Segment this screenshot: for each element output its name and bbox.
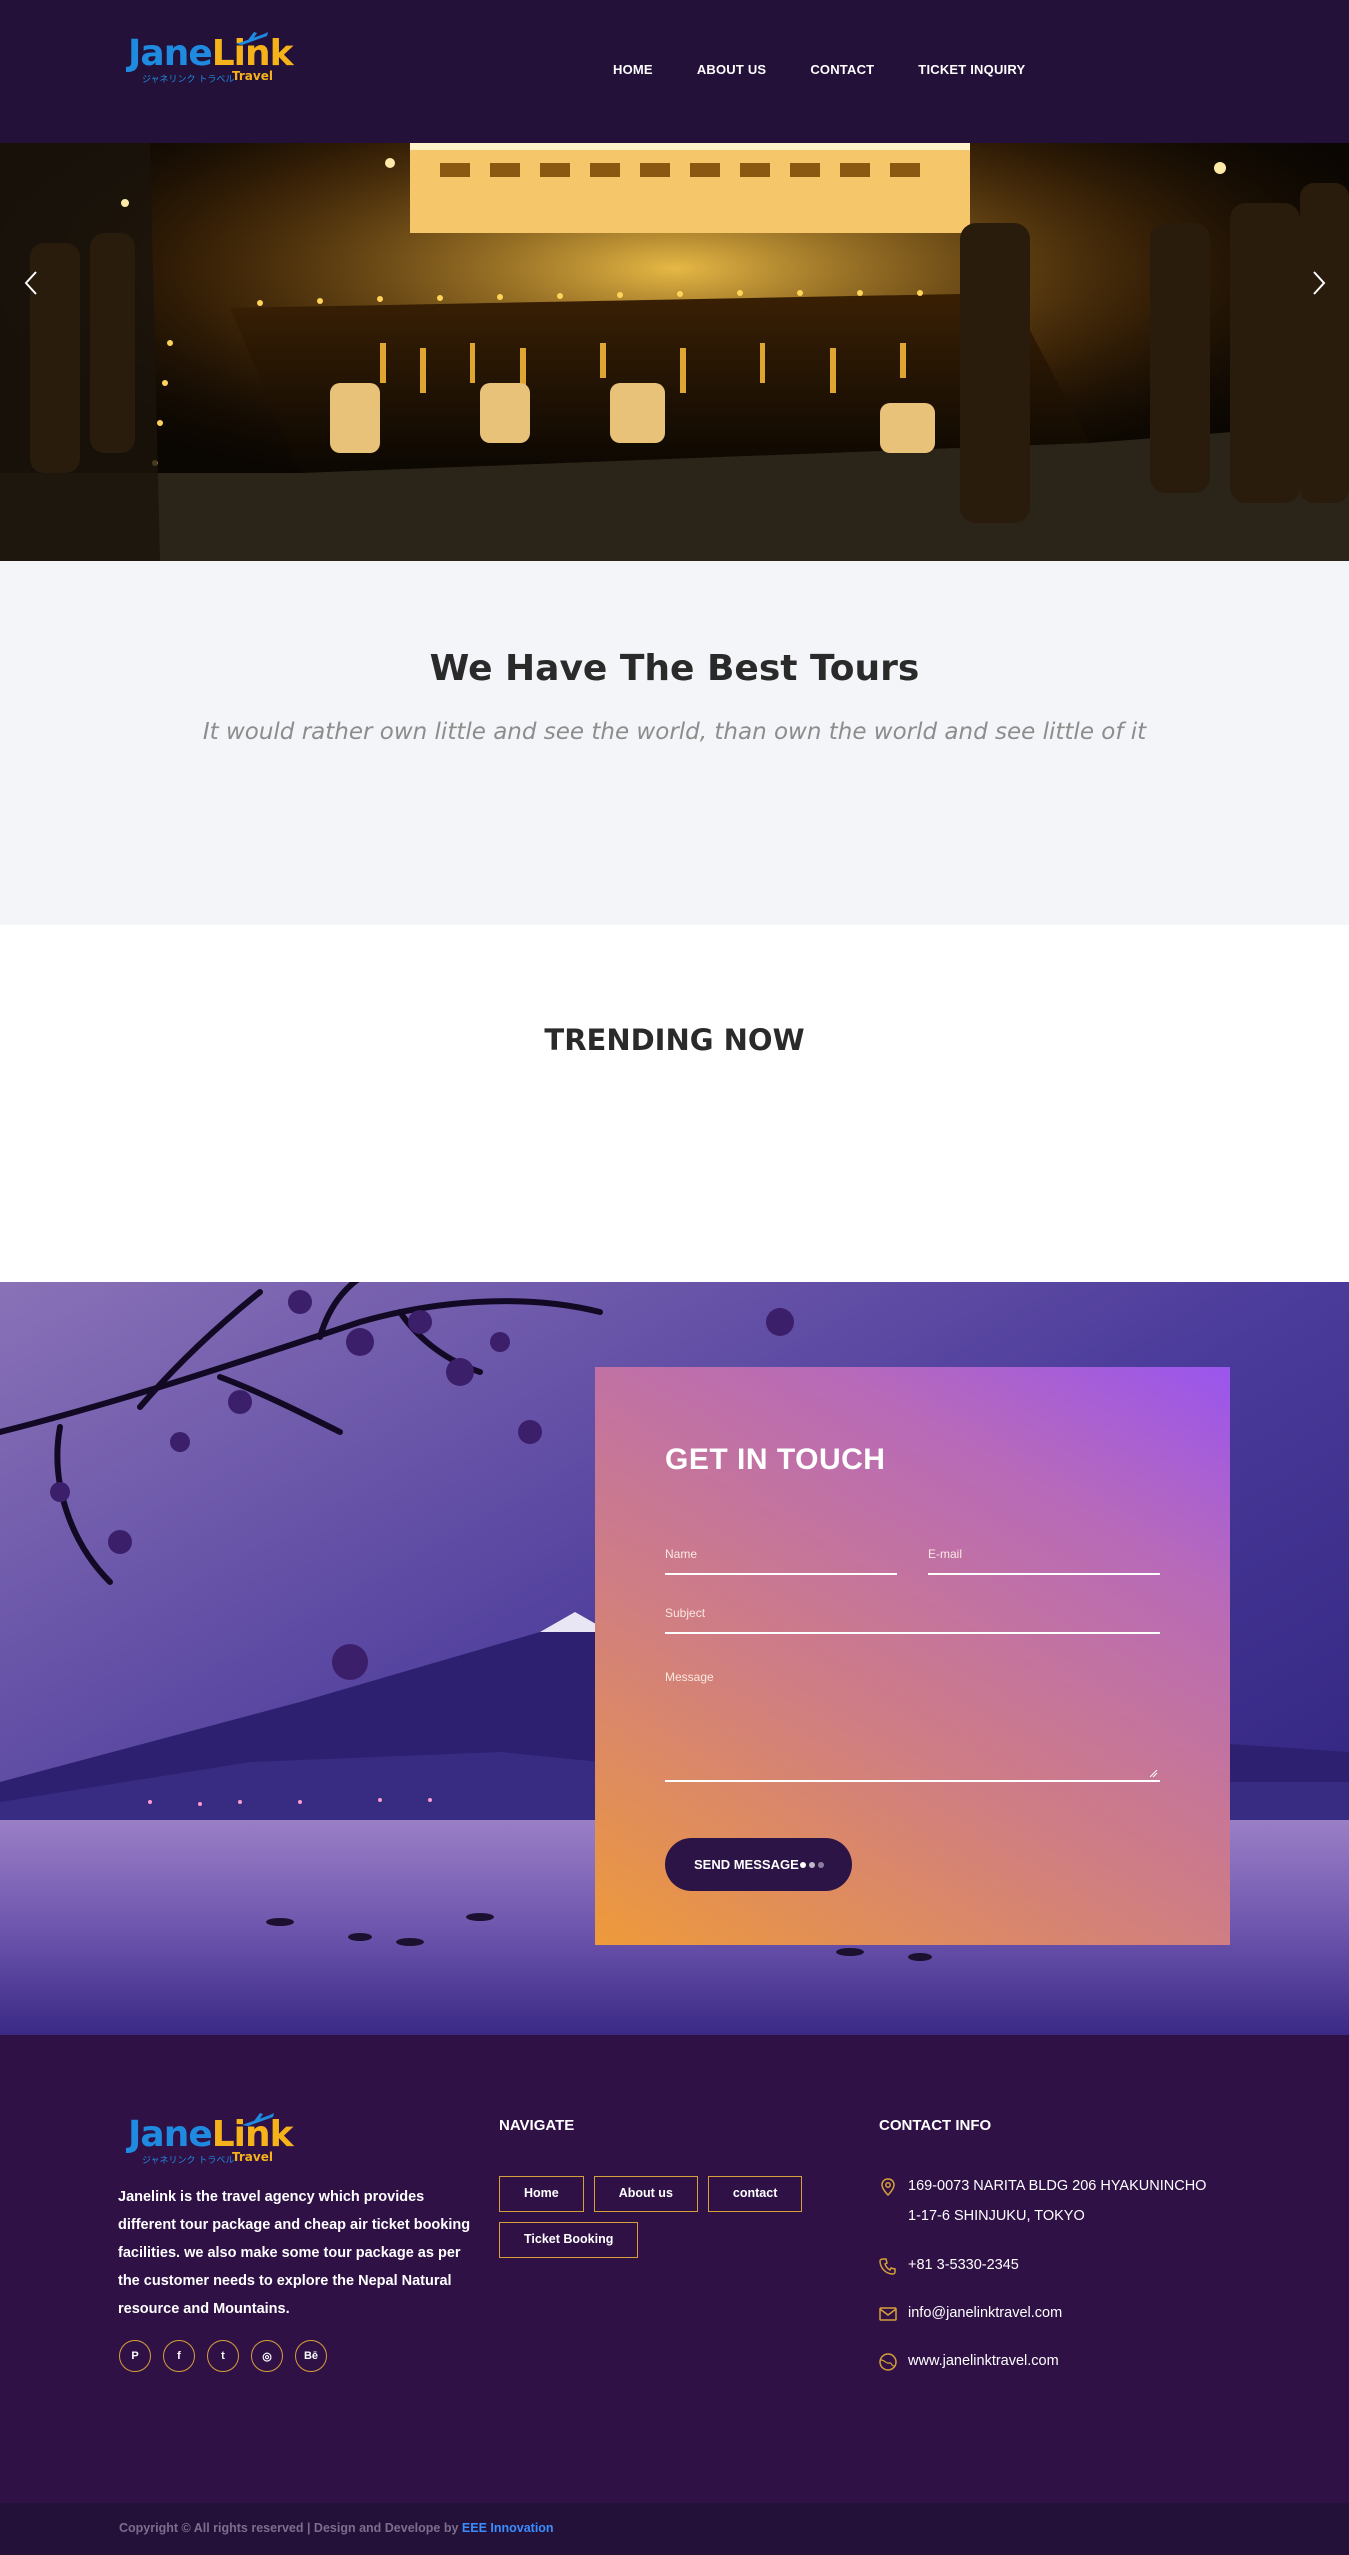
footer-link-home[interactable]: Home bbox=[499, 2176, 584, 2212]
address-line-1: 169-0073 NARITA BLDG 206 HYAKUNINCHO bbox=[908, 2178, 1207, 2194]
footer-nav: Home About us contact Ticket Booking bbox=[499, 2176, 839, 2258]
site-footer: JaneLink ジャネリンク トラベル Travel Janelink is … bbox=[0, 2035, 1349, 2503]
contact-info-heading: CONTACT INFO bbox=[879, 2117, 992, 2134]
name-placeholder: Name bbox=[665, 1547, 698, 1561]
plane-icon bbox=[236, 32, 268, 45]
contact-email[interactable]: info@janelinktravel.com bbox=[878, 2298, 1278, 2328]
footer-about-text: Janelink is the travel agency which prov… bbox=[118, 2189, 471, 2317]
nav-about-us[interactable]: ABOUT US bbox=[697, 62, 767, 77]
email-address: info@janelinktravel.com bbox=[908, 2305, 1063, 2321]
hero-image bbox=[0, 143, 1349, 561]
navigate-heading: NAVIGATE bbox=[499, 2117, 575, 2134]
message-field[interactable]: Message bbox=[665, 1670, 1160, 1782]
twitter-icon[interactable]: t bbox=[207, 2340, 239, 2372]
pinterest-icon[interactable]: P bbox=[119, 2340, 151, 2372]
footer-link-ticket-booking[interactable]: Ticket Booking bbox=[499, 2222, 639, 2258]
logo-travel: Travel bbox=[232, 69, 273, 83]
slider-prev-button[interactable] bbox=[22, 268, 42, 298]
chevron-right-icon bbox=[1313, 271, 1326, 295]
site-header: JaneLink ジャネリンク トラベル Travel HOME ABOUT U… bbox=[0, 0, 1349, 143]
main-nav: HOME ABOUT US CONTACT TICKET INQUIRY bbox=[613, 62, 1069, 77]
dots-icon bbox=[800, 1862, 824, 1868]
footer-link-contact[interactable]: contact bbox=[707, 2176, 803, 2212]
message-placeholder: Message bbox=[665, 1670, 714, 1684]
send-message-button[interactable]: SEND MESSAGE bbox=[665, 1838, 852, 1891]
behance-icon[interactable]: Bē bbox=[295, 2340, 327, 2372]
globe-icon bbox=[879, 2353, 897, 2371]
subject-placeholder: Subject bbox=[665, 1606, 706, 1620]
contact-website[interactable]: www.janelinktravel.com bbox=[878, 2346, 1278, 2376]
dribbble-icon[interactable]: ◎ bbox=[251, 2340, 283, 2372]
copyright-text: Copyright © All rights reserved | Design… bbox=[119, 2521, 554, 2535]
email-field[interactable]: E-mail bbox=[928, 1547, 1160, 1575]
name-field[interactable]: Name bbox=[665, 1547, 897, 1575]
phone-number: +81 3-5330-2345 bbox=[908, 2257, 1019, 2273]
location-pin-icon bbox=[881, 2178, 895, 2197]
chevron-left-icon bbox=[24, 271, 37, 295]
intro-section: We Have The Best Tours It would rather o… bbox=[0, 561, 1349, 925]
site-logo[interactable]: JaneLink ジャネリンク トラベル Travel bbox=[128, 32, 294, 90]
copyright-bar: Copyright © All rights reserved | Design… bbox=[0, 2503, 1349, 2555]
logo-subtitle: ジャネリンク トラベル bbox=[142, 75, 235, 85]
footer-logo-subtitle: ジャネリンク トラベル bbox=[142, 2156, 235, 2166]
envelope-icon bbox=[879, 2307, 897, 2321]
footer-logo-travel: Travel bbox=[232, 2150, 273, 2164]
resize-handle-icon[interactable] bbox=[1148, 1768, 1158, 1778]
slider-next-button[interactable] bbox=[1308, 268, 1328, 298]
phone-icon bbox=[879, 2258, 896, 2275]
hero-slider bbox=[0, 143, 1349, 561]
nav-ticket-inquiry[interactable]: TICKET INQUIRY bbox=[918, 62, 1025, 77]
trending-section: TRENDING NOW bbox=[0, 925, 1349, 1282]
contact-section: GET IN TOUCH Name E-mail Subject Message… bbox=[0, 1282, 1349, 2035]
plane-icon bbox=[242, 2113, 274, 2126]
send-message-label: SEND MESSAGE bbox=[694, 1857, 799, 1872]
footer-logo[interactable]: JaneLink ジャネリンク トラベル Travel bbox=[128, 2113, 298, 2171]
developer-link[interactable]: EEE Innovation bbox=[462, 2521, 554, 2535]
contact-address: 169-0073 NARITA BLDG 206 HYAKUNINCHO 1-1… bbox=[878, 2171, 1278, 2231]
footer-link-about-us[interactable]: About us bbox=[593, 2176, 698, 2212]
trending-title: TRENDING NOW bbox=[544, 1023, 805, 1057]
nav-home[interactable]: HOME bbox=[613, 62, 653, 77]
facebook-icon[interactable]: f bbox=[163, 2340, 195, 2372]
contact-title: GET IN TOUCH bbox=[665, 1443, 886, 1476]
contact-phone[interactable]: +81 3-5330-2345 bbox=[878, 2250, 1278, 2280]
website-url: www.janelinktravel.com bbox=[908, 2353, 1059, 2369]
social-links: P f t ◎ Bē bbox=[119, 2340, 327, 2372]
address-line-2: 1-17-6 SHINJUKU, TOKYO bbox=[908, 2208, 1085, 2224]
email-placeholder: E-mail bbox=[928, 1547, 963, 1561]
intro-quote: It would rather own little and see the w… bbox=[202, 719, 1147, 745]
intro-title: We Have The Best Tours bbox=[429, 648, 920, 689]
subject-field[interactable]: Subject bbox=[665, 1606, 1160, 1634]
nav-contact[interactable]: CONTACT bbox=[810, 62, 874, 77]
contact-form-card: GET IN TOUCH Name E-mail Subject Message… bbox=[595, 1367, 1230, 1945]
